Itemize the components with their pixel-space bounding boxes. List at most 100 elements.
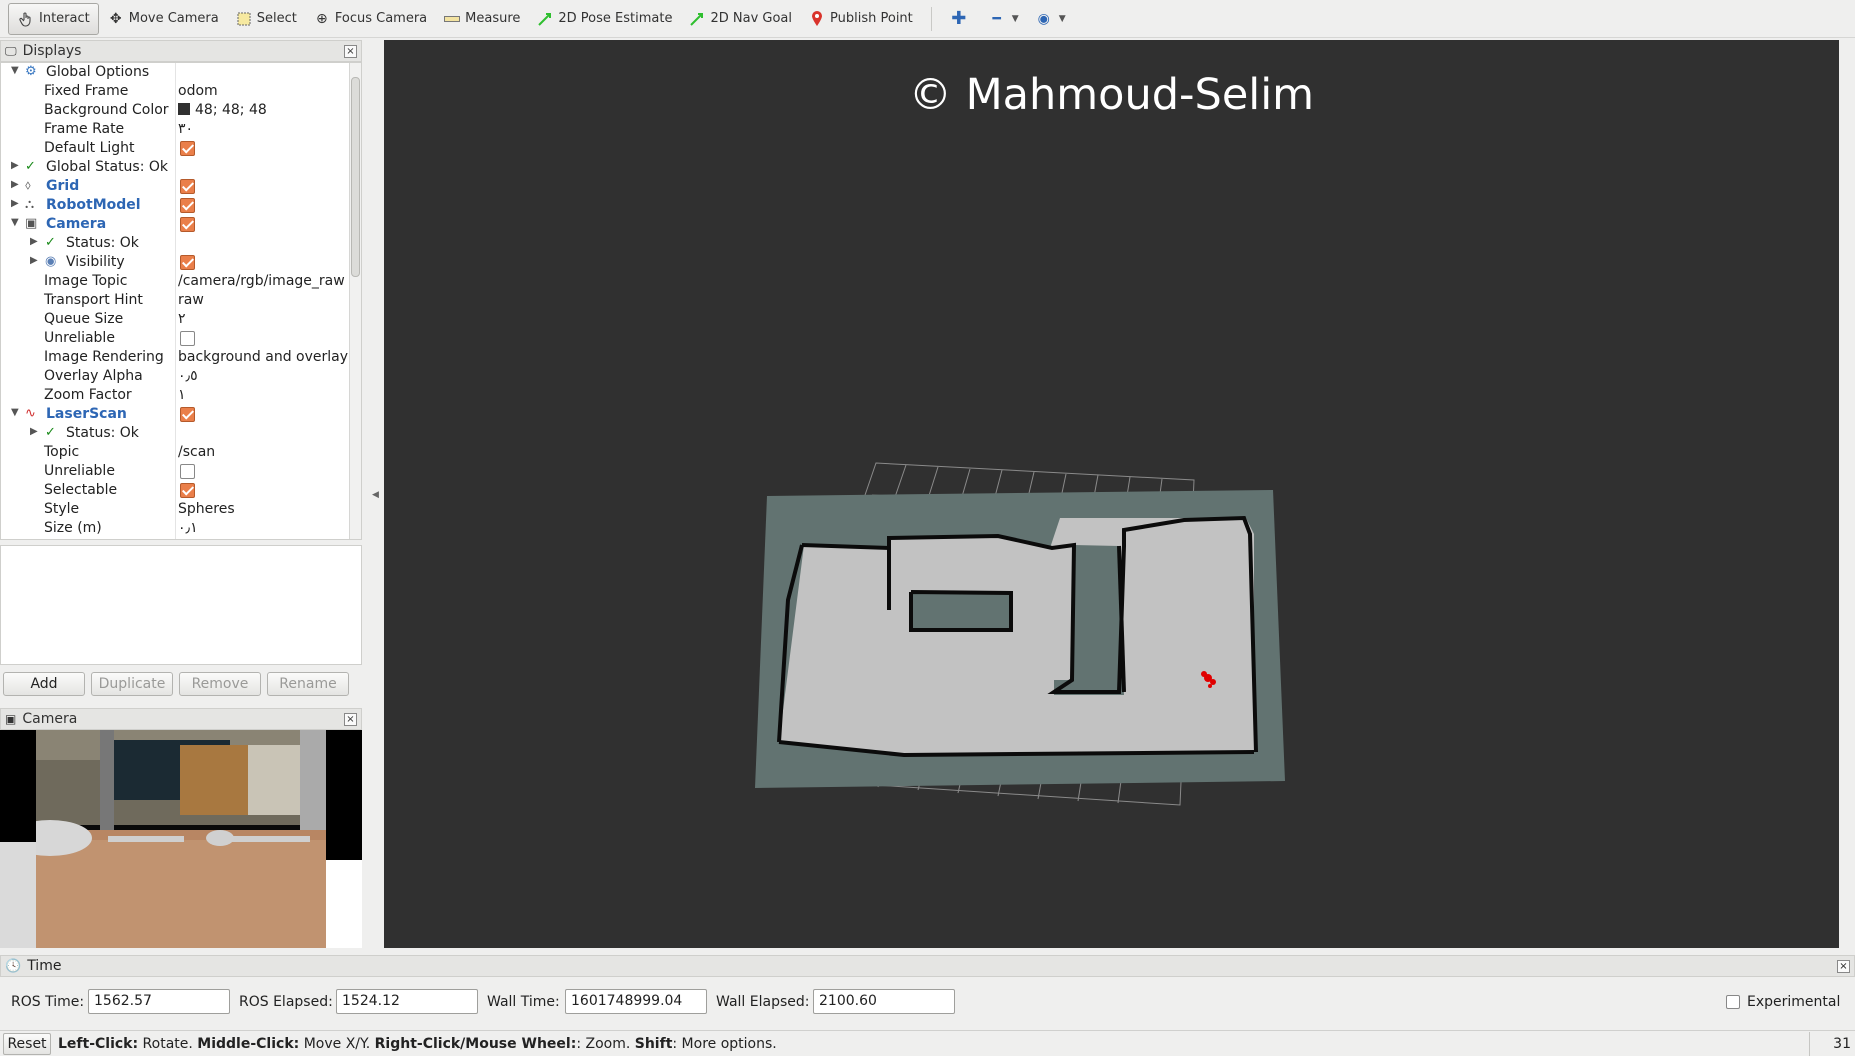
focus-camera-label: Focus Camera	[334, 11, 428, 26]
default-light-checkbox[interactable]	[180, 141, 195, 156]
expand-right-icon[interactable]: ▶	[30, 255, 38, 266]
ros-elapsed-field[interactable]: 1524.12	[336, 989, 478, 1014]
row-value[interactable]: ٣٠	[178, 121, 193, 137]
expand-right-icon[interactable]: ▶	[30, 426, 38, 437]
move-camera-tool[interactable]: ✥ Move Camera	[99, 3, 227, 35]
tree-row-overlay-alpha[interactable]: Overlay Alpha ٠٫٥	[1, 367, 349, 386]
eye-icon: ◉	[45, 254, 57, 269]
experimental-checkbox[interactable]	[1726, 995, 1740, 1009]
wall-elapsed-label: Wall Elapsed:	[716, 994, 810, 1010]
tree-row-laserscan-status[interactable]: ▶ ✓ Status: Ok	[1, 424, 349, 443]
visibility-checkbox[interactable]	[180, 255, 195, 270]
robotmodel-checkbox[interactable]	[180, 198, 195, 213]
row-value[interactable]: background and overlay	[178, 349, 348, 365]
tree-row-topic[interactable]: Topic /scan	[1, 443, 349, 462]
tree-row-unreliable-2[interactable]: Unreliable	[1, 462, 349, 481]
row-value[interactable]: /scan	[178, 444, 215, 460]
row-value[interactable]: ٠٫٥	[178, 368, 198, 384]
status-bar: Reset Left-Click: Rotate. Middle-Click: …	[0, 1030, 1855, 1056]
row-value[interactable]: Spheres	[178, 501, 235, 517]
close-icon[interactable]: ×	[1837, 960, 1850, 973]
close-icon[interactable]: ×	[344, 45, 357, 58]
grid-icon: ⬨	[25, 178, 31, 193]
rename-button[interactable]: Rename	[267, 672, 349, 696]
tree-row-camera-status[interactable]: ▶ ✓ Status: Ok	[1, 234, 349, 253]
expand-down-icon[interactable]: ▼	[11, 217, 19, 228]
add-button[interactable]: Add	[3, 672, 85, 696]
close-icon[interactable]: ×	[344, 713, 357, 726]
row-label: Image Rendering	[44, 349, 164, 365]
row-value[interactable]: /camera/rgb/image_raw	[178, 273, 345, 289]
grid-checkbox[interactable]	[180, 179, 195, 194]
tree-row-size[interactable]: Size (m) ٠٫١	[1, 519, 349, 538]
tree-row-image-topic[interactable]: Image Topic /camera/rgb/image_raw	[1, 272, 349, 291]
tree-row-fixed-frame[interactable]: Fixed Frame odom	[1, 82, 349, 101]
tree-row-grid[interactable]: ▶ ⬨ Grid	[1, 177, 349, 196]
tree-row-visibility[interactable]: ▶ ◉ Visibility	[1, 253, 349, 272]
view-tool-dropdown[interactable]: ◉ ▼	[1027, 3, 1074, 35]
ros-time-field[interactable]: 1562.57	[88, 989, 230, 1014]
wall-elapsed-field[interactable]: 2100.60	[813, 989, 955, 1014]
unreliable-checkbox[interactable]	[180, 464, 195, 479]
tree-row-transport-hint[interactable]: Transport Hint raw	[1, 291, 349, 310]
tree-row-camera[interactable]: ▼ ▣ Camera	[1, 215, 349, 234]
nav-goal-label: 2D Nav Goal	[710, 11, 793, 26]
interact-tool[interactable]: Interact	[8, 2, 99, 35]
tree-row-laserscan[interactable]: ▼ ∿ LaserScan	[1, 405, 349, 424]
laserscan-checkbox[interactable]	[180, 407, 195, 422]
tree-row-global-status[interactable]: ▶ ✓ Global Status: Ok	[1, 158, 349, 177]
color-value[interactable]: 48; 48; 48	[178, 102, 267, 118]
tree-row-global-options[interactable]: ▼ ⚙ Global Options	[1, 63, 349, 82]
measure-tool[interactable]: Measure	[435, 3, 528, 35]
expand-right-icon[interactable]: ▶	[11, 179, 19, 190]
row-value[interactable]: ٠٫١	[178, 520, 198, 536]
tree-row-background-color[interactable]: Background Color 48; 48; 48	[1, 101, 349, 120]
row-label: Unreliable	[44, 330, 115, 346]
focus-camera-tool[interactable]: ⊕ Focus Camera	[305, 3, 435, 35]
row-value: 48; 48; 48	[195, 102, 267, 118]
selectable-checkbox[interactable]	[180, 483, 195, 498]
tree-row-image-rendering[interactable]: Image Rendering background and overlay	[1, 348, 349, 367]
displays-scrollbar[interactable]	[349, 63, 361, 539]
reset-button[interactable]: Reset	[3, 1033, 51, 1055]
expand-right-icon[interactable]: ▶	[11, 160, 19, 171]
row-value[interactable]: odom	[178, 83, 218, 99]
add-tool-button[interactable]: ✚	[942, 3, 980, 35]
expand-down-icon[interactable]: ▼	[11, 407, 19, 418]
tree-row-robotmodel[interactable]: ▶ ⛬ RobotModel	[1, 196, 349, 215]
tree-row-default-light[interactable]: Default Light	[1, 139, 349, 158]
expand-down-icon[interactable]: ▼	[11, 65, 19, 76]
pose-estimate-tool[interactable]: 2D Pose Estimate	[528, 3, 680, 35]
camera-checkbox[interactable]	[180, 217, 195, 232]
tree-row-style[interactable]: Style Spheres	[1, 500, 349, 519]
remove-button[interactable]: Remove	[179, 672, 261, 696]
scrollbar-thumb[interactable]	[351, 77, 360, 277]
ros-time-label: ROS Time:	[11, 994, 85, 1010]
displays-title: Displays	[22, 43, 82, 59]
expand-right-icon[interactable]: ▶	[11, 198, 19, 209]
tree-row-zoom-factor[interactable]: Zoom Factor ١	[1, 386, 349, 405]
select-tool[interactable]: Select	[227, 3, 305, 35]
left-splitter-handle[interactable]: ◀	[372, 490, 379, 500]
wall-time-field[interactable]: 1601748999.04	[565, 989, 707, 1014]
row-value[interactable]: ١	[178, 387, 186, 403]
3d-viewport[interactable]: © Mahmoud-Selim	[384, 40, 1839, 948]
tree-row-unreliable[interactable]: Unreliable	[1, 329, 349, 348]
nav-goal-tool[interactable]: 2D Nav Goal	[680, 3, 800, 35]
hint-text: : Zoom.	[576, 1036, 635, 1052]
expand-right-icon[interactable]: ▶	[30, 236, 38, 247]
publish-point-tool[interactable]: Publish Point	[800, 3, 921, 35]
row-label: Topic	[44, 444, 80, 460]
move-camera-label: Move Camera	[128, 11, 219, 26]
unreliable-checkbox[interactable]	[180, 331, 195, 346]
tree-row-selectable[interactable]: Selectable	[1, 481, 349, 500]
tree-row-queue-size[interactable]: Queue Size ٢	[1, 310, 349, 329]
remove-tool-dropdown[interactable]: ━ ▼	[980, 3, 1027, 35]
right-side-panel-handle[interactable]	[1840, 40, 1855, 948]
occupancy-map	[755, 462, 1285, 806]
row-value[interactable]: raw	[178, 292, 204, 308]
duplicate-button[interactable]: Duplicate	[91, 672, 173, 696]
displays-tree: ▼ ⚙ Global Options Fixed Frame odom Back…	[0, 62, 362, 540]
tree-row-frame-rate[interactable]: Frame Rate ٣٠	[1, 120, 349, 139]
row-value[interactable]: ٢	[178, 311, 186, 327]
